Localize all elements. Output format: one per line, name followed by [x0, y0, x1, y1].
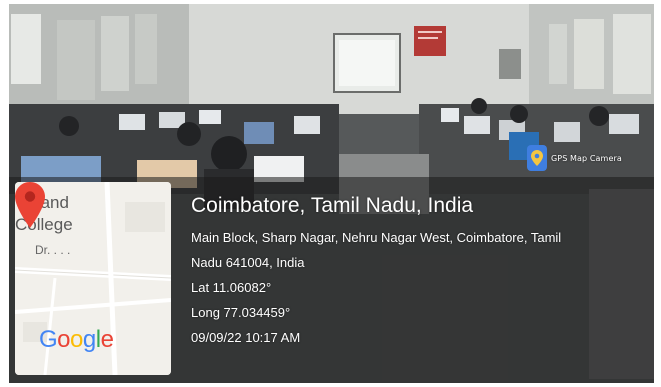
google-letter-o2: o: [70, 326, 83, 353]
google-letter-g2: g: [82, 326, 96, 353]
gps-map-camera-badge: GPS Map Camera: [527, 145, 622, 171]
longitude: Long 77.034459°: [191, 305, 291, 320]
location-title: Coimbatore, Tamil Nadu, India: [191, 194, 474, 217]
address-line-1: Main Block, Sharp Nagar, Nehru Nagar Wes…: [191, 230, 562, 245]
location-info: Coimbatore, Tamil Nadu, India Main Block…: [191, 193, 561, 350]
gps-map-camera-label: GPS Map Camera: [551, 153, 622, 163]
gps-pin-glyph: [531, 150, 543, 166]
address-line-2: Nadu 641004, India: [191, 255, 305, 270]
latitude: Lat 11.06082°: [191, 280, 272, 295]
date-time: 09/09/22 10:17 AM: [191, 330, 301, 345]
map-pin-icon: [527, 145, 547, 171]
google-letter-e: e: [100, 326, 114, 353]
map-thumbnail: rts and College Dr. . . . Google: [15, 182, 171, 375]
location-pin-icon: [15, 182, 45, 228]
map-label-road: Dr. . . .: [35, 243, 71, 257]
google-letter-g: G: [39, 326, 58, 353]
google-logo: Google: [39, 326, 114, 354]
google-letter-o1: o: [57, 326, 71, 353]
photo: GPS Map Camera rts and College Dr. . . .: [9, 4, 654, 383]
geotag-overlay: rts and College Dr. . . . Google Coimbat…: [9, 177, 654, 383]
